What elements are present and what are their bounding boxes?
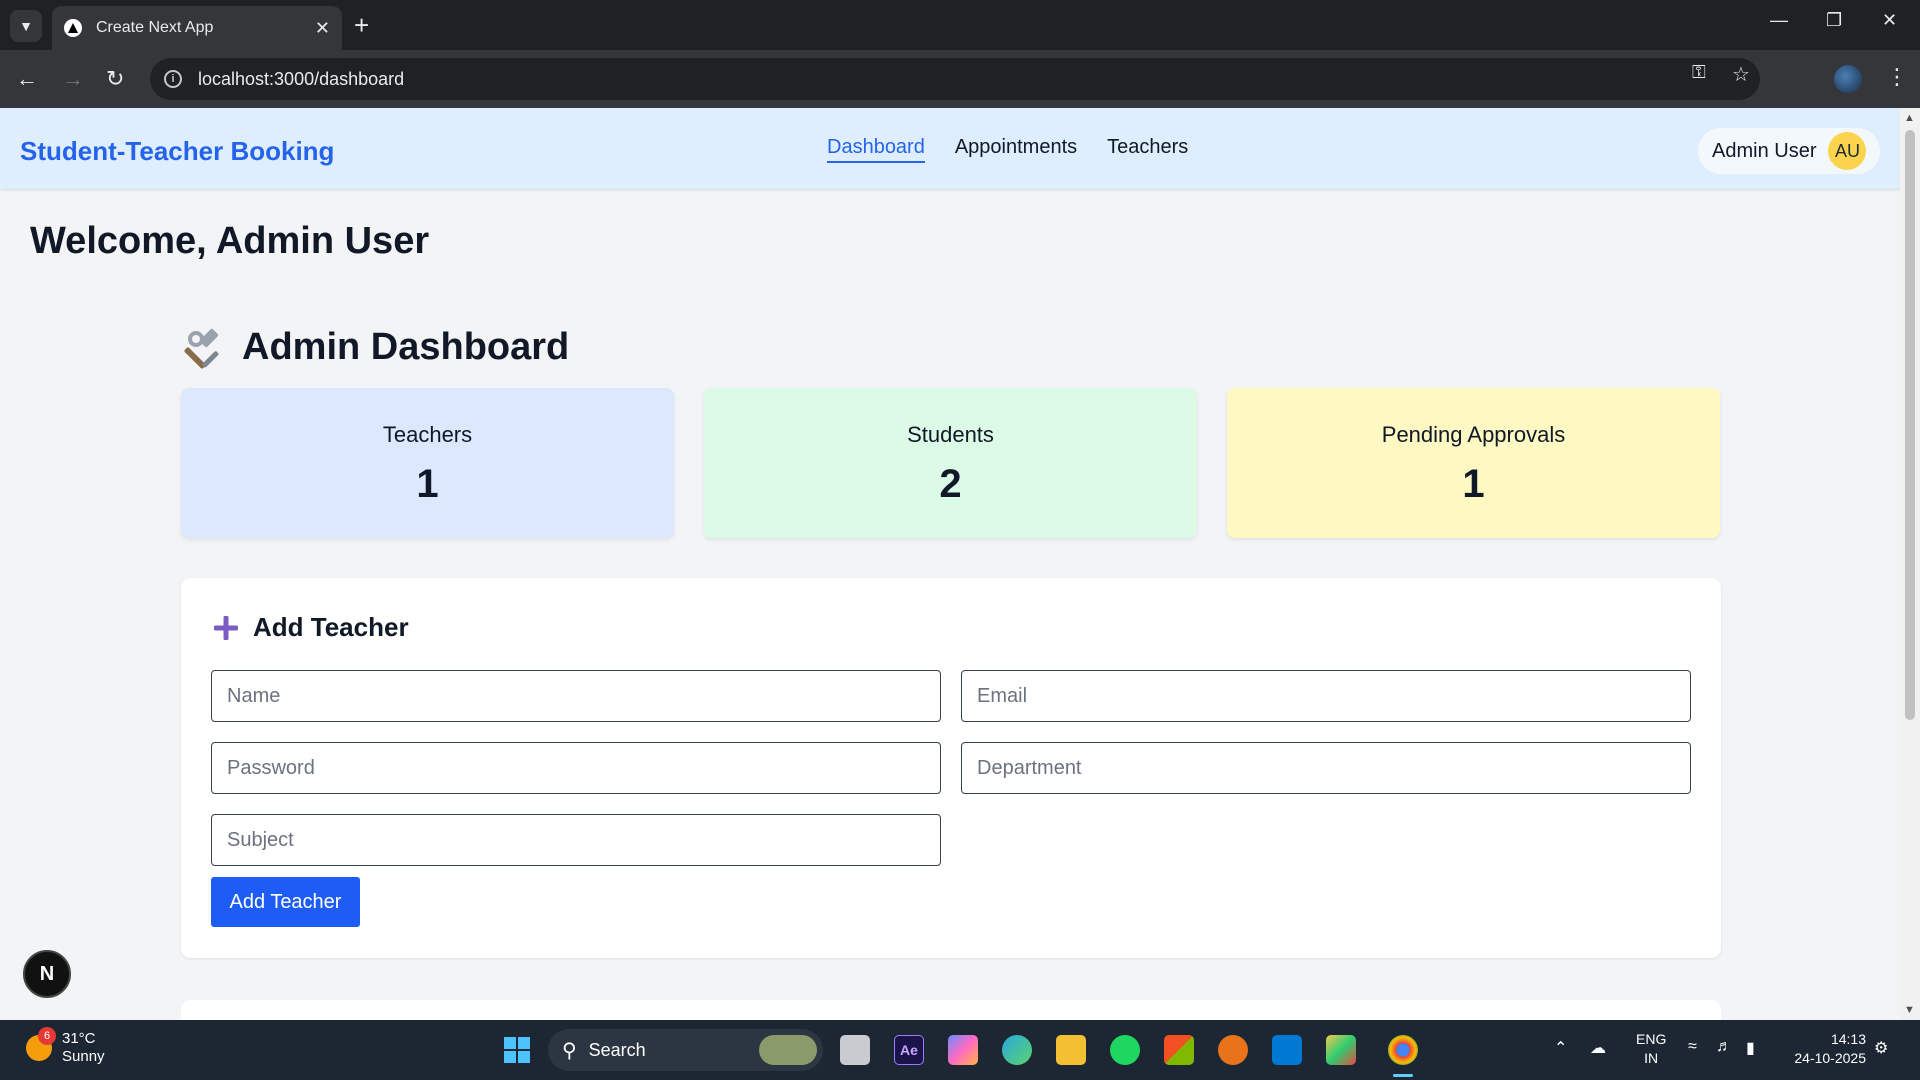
page-title: Admin Dashboard xyxy=(184,326,569,369)
active-app-indicator xyxy=(1393,1074,1413,1077)
reload-icon[interactable]: ↻ xyxy=(106,66,124,92)
lang-line1: ENG xyxy=(1636,1031,1667,1047)
url-text: localhost:3000/dashboard xyxy=(198,68,405,89)
battery-icon[interactable]: ▮ xyxy=(1746,1038,1755,1058)
notifications-icon[interactable]: ⚙ xyxy=(1874,1038,1888,1058)
sun-icon: 6 xyxy=(26,1027,56,1061)
form-title: Add Teacher xyxy=(213,612,409,643)
stat-value: 1 xyxy=(416,462,439,506)
spotify-icon[interactable] xyxy=(1110,1035,1140,1065)
window-close-icon[interactable]: ✕ xyxy=(1882,10,1897,31)
tab-title: Create Next App xyxy=(96,19,214,36)
dashboard-title-text: Admin Dashboard xyxy=(242,326,570,368)
minimize-icon[interactable]: — xyxy=(1770,10,1788,31)
edge-icon[interactable] xyxy=(1002,1035,1032,1065)
profile-avatar[interactable] xyxy=(1834,65,1862,93)
address-bar[interactable]: i localhost:3000/dashboard xyxy=(150,58,1760,100)
page-viewport: Student-Teacher Booking Dashboard Appoin… xyxy=(0,108,1900,1020)
add-teacher-button[interactable]: Add Teacher xyxy=(211,877,360,927)
forward-icon[interactable]: → xyxy=(62,66,84,92)
form-title-text: Add Teacher xyxy=(253,612,409,642)
password-key-icon[interactable]: ⚿ xyxy=(1692,62,1706,83)
app-navbar: Student-Teacher Booking Dashboard Appoin… xyxy=(0,108,1900,189)
browser-tab[interactable]: Create Next App ✕ xyxy=(52,6,342,50)
subject-field[interactable] xyxy=(211,814,941,866)
nav-dashboard[interactable]: Dashboard xyxy=(827,136,925,163)
clock-time: 14:13 xyxy=(1830,1031,1866,1047)
user-menu[interactable]: Admin User AU xyxy=(1698,128,1881,174)
clock-date: 24-10-2025 xyxy=(1794,1050,1866,1066)
site-info-icon[interactable]: i xyxy=(164,70,182,88)
language-indicator[interactable]: ENG IN xyxy=(1636,1030,1666,1068)
stat-card-pending-approvals: Pending Approvals 1 xyxy=(1227,388,1720,538)
weather-desc: Sunny xyxy=(62,1048,105,1065)
scrollbar-thumb[interactable] xyxy=(1905,130,1915,720)
weather-widget[interactable]: 6 31°C Sunny xyxy=(26,1027,105,1066)
stat-label: Students xyxy=(907,422,994,447)
nextjs-favicon-icon xyxy=(64,19,82,37)
next-section-card xyxy=(181,1000,1721,1020)
welcome-heading: Welcome, Admin User xyxy=(30,220,430,262)
tab-search-button[interactable]: ▼ xyxy=(10,10,42,42)
vscode-icon[interactable] xyxy=(1272,1035,1302,1065)
wifi-icon[interactable]: ≈ xyxy=(1688,1038,1697,1056)
browser-menu-icon[interactable]: ⋮ xyxy=(1886,64,1908,90)
search-label: Search xyxy=(588,1039,646,1060)
windows-taskbar: 6 31°C Sunny ⚲ Search Ae ⌃ ☁ ENG IN ≈ ♬ … xyxy=(0,1020,1920,1080)
nextjs-dev-indicator[interactable]: N xyxy=(23,950,71,998)
email-field[interactable] xyxy=(961,670,1691,722)
weather-temp: 31°C xyxy=(62,1030,96,1047)
stat-label: Pending Approvals xyxy=(1381,422,1566,447)
main-nav: Dashboard Appointments Teachers xyxy=(827,136,1188,163)
user-name: Admin User xyxy=(1712,139,1817,162)
tray-overflow-icon[interactable]: ⌃ xyxy=(1554,1038,1567,1058)
scroll-down-icon[interactable]: ▼ xyxy=(1904,1004,1915,1016)
windows-start-icon[interactable] xyxy=(502,1035,532,1065)
new-tab-icon[interactable]: + xyxy=(354,12,369,38)
add-teacher-form: Add Teacher Add Teacher xyxy=(181,578,1721,958)
restore-icon[interactable]: ❐ xyxy=(1826,10,1842,31)
after-effects-icon[interactable]: Ae xyxy=(894,1035,924,1065)
stat-card-teachers: Teachers 1 xyxy=(181,388,674,538)
task-view-icon[interactable] xyxy=(840,1035,870,1065)
clock[interactable]: 14:13 24-10-2025 xyxy=(1786,1030,1866,1068)
stat-card-students: Students 2 xyxy=(704,388,1197,538)
copilot-icon[interactable] xyxy=(948,1035,978,1065)
nav-teachers[interactable]: Teachers xyxy=(1107,136,1188,163)
search-icon: ⚲ xyxy=(562,1039,577,1062)
app-icon[interactable] xyxy=(1326,1035,1356,1065)
plus-icon xyxy=(214,615,238,640)
volume-icon[interactable]: ♬ xyxy=(1716,1038,1732,1056)
fl-studio-icon[interactable] xyxy=(1218,1035,1248,1065)
file-explorer-icon[interactable] xyxy=(1056,1035,1086,1065)
avatar: AU xyxy=(1828,132,1867,170)
chrome-icon[interactable] xyxy=(1388,1035,1418,1065)
browser-tab-bar: ▼ Create Next App ✕ + — ❐ ✕ xyxy=(0,0,1920,50)
stat-value: 2 xyxy=(939,462,962,506)
brand-logo[interactable]: Student-Teacher Booking xyxy=(20,136,334,167)
tab-close-icon[interactable]: ✕ xyxy=(315,18,330,39)
name-field[interactable] xyxy=(211,670,941,722)
search-highlight-image xyxy=(759,1035,817,1065)
bookmark-star-icon[interactable]: ☆ xyxy=(1732,62,1750,87)
notification-badge: 6 xyxy=(38,1027,56,1045)
stat-value: 1 xyxy=(1462,462,1485,506)
nav-appointments[interactable]: Appointments xyxy=(955,136,1077,163)
back-icon[interactable]: ← xyxy=(16,66,38,92)
password-field[interactable] xyxy=(211,742,941,794)
browser-toolbar: ← → ↻ i localhost:3000/dashboard ☆ ⚿ ⋮ xyxy=(0,50,1920,108)
hammer-wrench-icon xyxy=(184,328,219,368)
page-scrollbar[interactable]: ▲ ▼ xyxy=(1900,108,1920,1020)
taskbar-search[interactable]: ⚲ Search xyxy=(548,1029,823,1071)
stat-label: Teachers xyxy=(382,422,473,447)
onedrive-cloud-icon[interactable]: ☁ xyxy=(1590,1038,1606,1058)
lang-line2: IN xyxy=(1644,1050,1659,1066)
microsoft-store-icon[interactable] xyxy=(1164,1035,1194,1065)
scroll-up-icon[interactable]: ▲ xyxy=(1904,112,1915,124)
department-field[interactable] xyxy=(961,742,1691,794)
